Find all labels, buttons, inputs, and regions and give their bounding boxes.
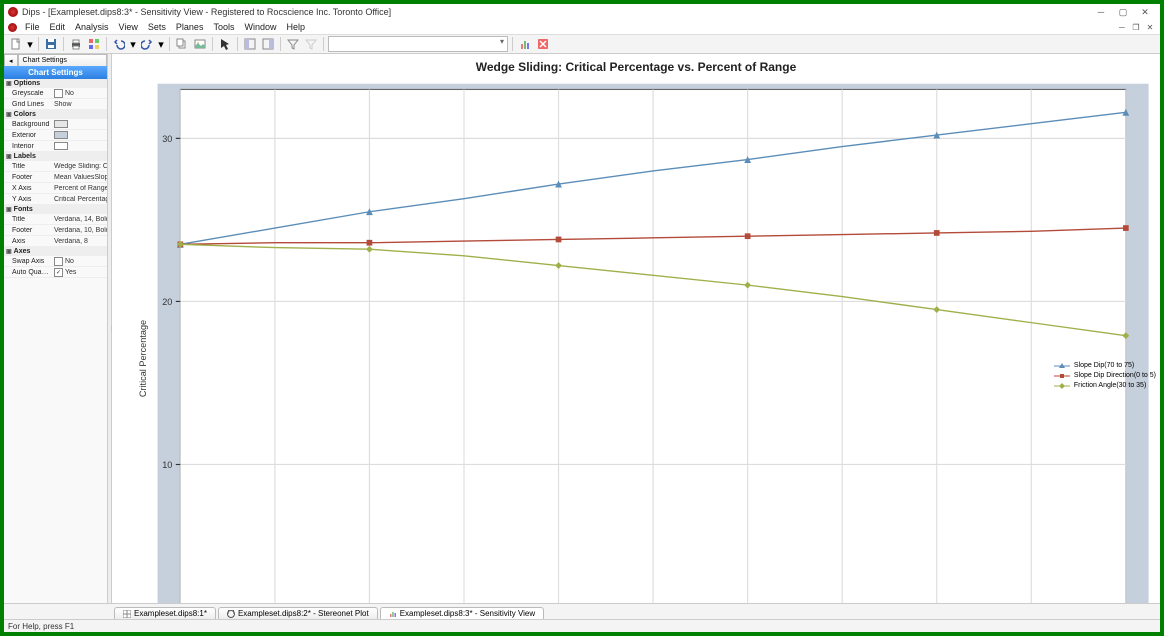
toolbar: ▾ ▾ ▾: [4, 34, 1160, 54]
doc-tab[interactable]: Exampleset.dips8:1*: [114, 607, 216, 619]
menu-help[interactable]: Help: [282, 22, 309, 32]
sidebar-tab-arrow[interactable]: ◂: [4, 54, 18, 66]
redo-button[interactable]: [139, 36, 155, 52]
property-grid[interactable]: Options GreyscaleNo Grid LinesShow Color…: [4, 79, 107, 603]
doc-tab[interactable]: Exampleset.dips8:3* - Sensitivity View: [380, 607, 544, 619]
mdi-restore-button[interactable]: ❐: [1130, 22, 1142, 32]
pg-row-label-xaxis[interactable]: X AxisPercent of Range: [4, 183, 107, 194]
checkbox-icon[interactable]: [54, 257, 63, 266]
copy-image-button[interactable]: [192, 36, 208, 52]
mdi-close-button[interactable]: ✕: [1144, 22, 1156, 32]
minimize-button[interactable]: ─: [1090, 6, 1112, 18]
doc-tab[interactable]: Exampleset.dips8:2* - Stereonet Plot: [218, 607, 378, 619]
svg-text:30: 30: [162, 134, 172, 144]
doc-table-icon: [123, 610, 131, 618]
menu-sets[interactable]: Sets: [144, 22, 170, 32]
maximize-button[interactable]: ▢: [1112, 6, 1134, 18]
pg-row-exterior[interactable]: Exterior: [4, 130, 107, 141]
dropdown-icon[interactable]: ▾: [157, 36, 165, 52]
pg-row-swap-axis[interactable]: Swap AxisNo: [4, 256, 107, 267]
chart-button[interactable]: [517, 36, 533, 52]
menu-file[interactable]: File: [21, 22, 44, 32]
chart-legend: Slope Dip(70 to 75) Slope Dip Direction(…: [1054, 361, 1156, 391]
legend-item: Slope Dip(70 to 75): [1054, 361, 1156, 371]
print-button[interactable]: [68, 36, 84, 52]
svg-text:10: 10: [162, 460, 172, 470]
pg-row-font-footer[interactable]: FooterVerdana, 10, Bold: [4, 225, 107, 236]
mdi-minimize-button[interactable]: ─: [1116, 22, 1128, 32]
toolbar-combo[interactable]: [328, 36, 508, 52]
copy-button[interactable]: [174, 36, 190, 52]
pg-row-font-title[interactable]: TitleVerdana, 14, Bold: [4, 214, 107, 225]
color-grid-button[interactable]: [86, 36, 102, 52]
pg-row-label-title[interactable]: TitleWedge Sliding: Crit...: [4, 161, 107, 172]
pg-sec-axes[interactable]: Axes: [4, 247, 107, 256]
pg-row-greyscale[interactable]: GreyscaleNo: [4, 88, 107, 99]
app-icon: [8, 7, 18, 17]
menu-view[interactable]: View: [115, 22, 142, 32]
color-swatch[interactable]: [54, 142, 68, 150]
color-swatch[interactable]: [54, 131, 68, 139]
checkbox-icon[interactable]: ✓: [54, 268, 63, 277]
new-doc-button[interactable]: [8, 36, 24, 52]
legend-item: Friction Angle(30 to 35): [1054, 381, 1156, 391]
sidebar-title: Chart Settings: [4, 66, 107, 79]
property-sidebar: ◂ Chart Settings Chart Settings Options …: [4, 54, 108, 603]
menu-planes[interactable]: Planes: [172, 22, 208, 32]
chart-title: Wedge Sliding: Critical Percentage vs. P…: [112, 54, 1160, 76]
pg-row-label-footer[interactable]: FooterMean ValuesSlope ...: [4, 172, 107, 183]
svg-text:Critical Percentage: Critical Percentage: [138, 320, 148, 397]
pg-row-background[interactable]: Background: [4, 119, 107, 130]
doc-chart-icon: [389, 610, 397, 618]
pointer-button[interactable]: [217, 36, 233, 52]
status-bar: For Help, press F1: [4, 619, 1160, 632]
close-button[interactable]: ✕: [1134, 6, 1156, 18]
pg-row-gridlines[interactable]: Grid LinesShow: [4, 99, 107, 110]
chart-plot: 01020304050607080901000102030Percent of …: [112, 78, 1160, 603]
svg-text:20: 20: [162, 297, 172, 307]
sidebar-tab-chart-settings[interactable]: Chart Settings: [18, 54, 107, 66]
dropdown-icon[interactable]: ▾: [129, 36, 137, 52]
pg-sec-options[interactable]: Options: [4, 79, 107, 88]
save-button[interactable]: [43, 36, 59, 52]
pg-row-label-yaxis[interactable]: Y AxisCritical Percentage: [4, 194, 107, 205]
pg-sec-colors[interactable]: Colors: [4, 110, 107, 119]
delete-chart-button[interactable]: [535, 36, 551, 52]
pg-row-auto-quantity[interactable]: Auto Quantity...✓Yes: [4, 267, 107, 278]
checkbox-icon[interactable]: [54, 89, 63, 98]
panel-right-button[interactable]: [260, 36, 276, 52]
chart-panel: Wedge Sliding: Critical Percentage vs. P…: [112, 54, 1160, 603]
color-swatch[interactable]: [54, 120, 68, 128]
dropdown-icon[interactable]: ▾: [26, 36, 34, 52]
pg-row-font-axis[interactable]: AxisVerdana, 8: [4, 236, 107, 247]
filter-clear-button[interactable]: [303, 36, 319, 52]
menu-analysis[interactable]: Analysis: [71, 22, 113, 32]
menu-edit[interactable]: Edit: [46, 22, 70, 32]
menu-bar: File Edit Analysis View Sets Planes Tool…: [4, 20, 1160, 34]
pg-sec-fonts[interactable]: Fonts: [4, 205, 107, 214]
document-tabs: Exampleset.dips8:1* Exampleset.dips8:2* …: [4, 603, 1160, 619]
title-bar: Dips - [Exampleset.dips8:3* - Sensitivit…: [4, 4, 1160, 20]
app-icon-small: [8, 23, 17, 32]
menu-tools[interactable]: Tools: [209, 22, 238, 32]
window-title: Dips - [Exampleset.dips8:3* - Sensitivit…: [22, 7, 391, 17]
undo-button[interactable]: [111, 36, 127, 52]
menu-window[interactable]: Window: [240, 22, 280, 32]
doc-stereonet-icon: [227, 610, 235, 618]
filter-button[interactable]: [285, 36, 301, 52]
panel-left-button[interactable]: [242, 36, 258, 52]
pg-row-interior[interactable]: Interior: [4, 141, 107, 152]
pg-sec-labels[interactable]: Labels: [4, 152, 107, 161]
legend-item: Slope Dip Direction(0 to 5): [1054, 371, 1156, 381]
